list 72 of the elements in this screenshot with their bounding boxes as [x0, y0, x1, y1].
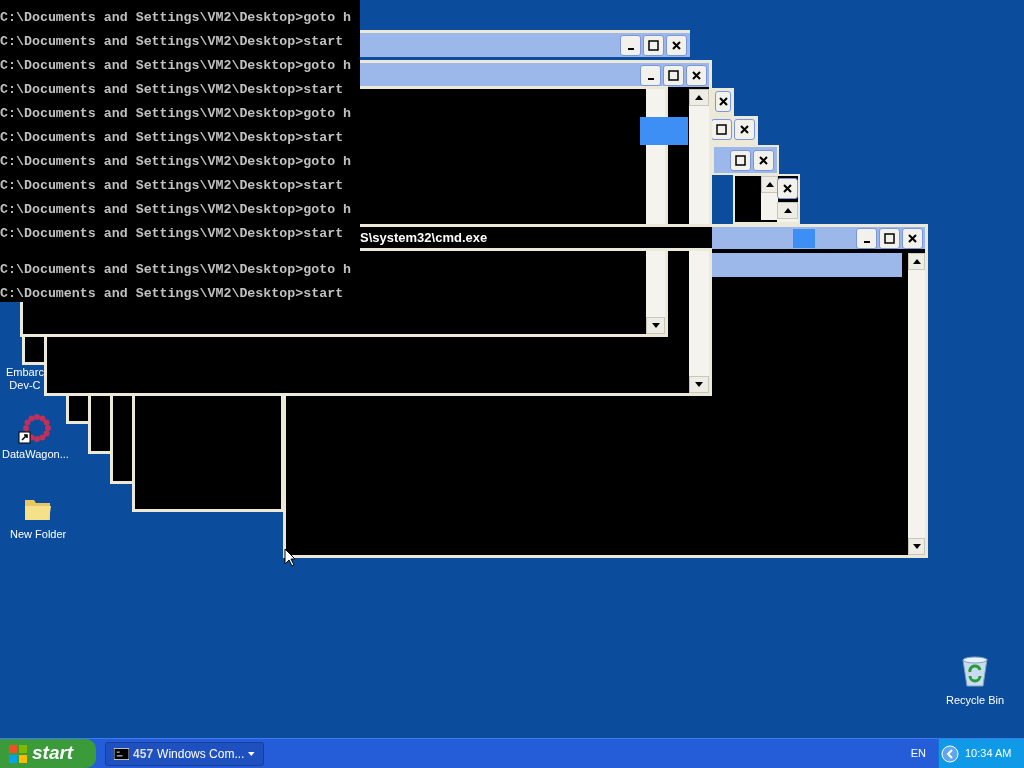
scroll-up-button[interactable] — [908, 253, 925, 270]
console-line: C:\Documents and Settings\VM2\Desktop>start — [0, 81, 344, 99]
close-icon — [691, 69, 702, 81]
maximize-button[interactable] — [663, 64, 684, 86]
close-icon — [671, 39, 682, 51]
icon-label: DataWagon... — [2, 448, 69, 461]
up-arrow-icon — [695, 95, 703, 100]
console-icon — [114, 747, 130, 760]
console-line: C:\Documents and Settings\VM2\Desktop>goto h — [0, 153, 352, 171]
maximize-button[interactable] — [879, 227, 900, 249]
minimize-button[interactable] — [856, 227, 877, 249]
close-button[interactable] — [777, 178, 798, 199]
maximize-button[interactable] — [711, 119, 732, 140]
console-line: C:\Documents and Settings\VM2\Desktop>start — [0, 225, 344, 243]
clock[interactable]: 10:34 AM — [965, 745, 1012, 762]
console-line: C:\Documents and Settings\VM2\Desktop>start — [0, 129, 344, 147]
recycle-bin-icon[interactable] — [960, 656, 991, 688]
close-button[interactable] — [715, 91, 731, 112]
up-arrow-icon — [783, 208, 792, 213]
console-line: C:\Documents and Settings\VM2\Desktop>start — [0, 285, 344, 303]
up-arrow-icon — [765, 182, 774, 187]
maximize-icon — [735, 155, 746, 166]
scroll-up-button[interactable] — [761, 176, 778, 193]
minimize-icon — [647, 77, 654, 80]
scroll-up-button[interactable] — [689, 89, 709, 106]
console-line: C:\Documents and Settings\VM2\Desktop>goto h — [0, 201, 352, 219]
console-line: C:\Documents and Settings\VM2\Desktop>goto h — [0, 9, 352, 27]
selection-highlight — [640, 117, 688, 145]
close-icon — [717, 96, 729, 107]
close-button[interactable] — [753, 150, 774, 171]
window-title: S\system32\cmd.exe — [360, 228, 488, 247]
close-icon — [907, 232, 918, 244]
selection-highlight — [793, 229, 815, 248]
close-icon — [739, 124, 750, 135]
maximize-button[interactable] — [643, 34, 664, 56]
icon-label: Embarc Dev-C — [6, 366, 44, 392]
minimize-icon — [863, 240, 870, 243]
minimize-icon — [627, 47, 634, 50]
chevron-left-icon[interactable] — [941, 744, 959, 763]
close-icon — [782, 183, 793, 194]
close-button[interactable] — [686, 64, 707, 86]
close-button[interactable] — [666, 34, 687, 56]
maximize-icon — [716, 124, 727, 135]
minimize-button[interactable] — [620, 34, 641, 56]
close-icon — [758, 155, 769, 166]
caret-icon — [248, 751, 255, 756]
close-button[interactable] — [734, 119, 755, 140]
start-button[interactable]: start — [0, 739, 96, 768]
taskbar-group-button[interactable]: 457 Windows Com... — [105, 741, 264, 766]
console-line: C:\Documents and Settings\VM2\Desktop>goto h — [0, 105, 352, 123]
maximize-icon — [648, 39, 659, 51]
close-button[interactable] — [902, 227, 923, 249]
up-arrow-icon — [912, 259, 921, 264]
maximize-button[interactable] — [730, 150, 751, 171]
maximize-icon — [884, 232, 895, 244]
console-line: C:\Documents and Settings\VM2\Desktop>goto h — [0, 261, 352, 279]
maximize-icon — [668, 69, 679, 81]
down-arrow-icon — [695, 382, 703, 387]
scroll-down-button[interactable] — [689, 376, 709, 393]
console-line: C:\Documents and Settings\VM2\Desktop>start — [0, 177, 344, 195]
shortcut-icon[interactable] — [18, 412, 53, 446]
down-arrow-icon — [912, 544, 921, 549]
minimize-button[interactable] — [640, 64, 661, 86]
console-line: C:\Documents and Settings\VM2\Desktop>goto h — [0, 57, 352, 75]
console-line: C:\Documents and Settings\VM2\Desktop>start — [0, 33, 344, 51]
windows-logo-icon — [8, 743, 28, 764]
icon-label: New Folder — [10, 528, 67, 541]
scroll-down-button[interactable] — [646, 317, 665, 334]
scroll-down-button[interactable] — [908, 538, 925, 555]
icon-label: Recycle Bin — [946, 694, 1005, 707]
language-indicator[interactable]: EN — [910, 745, 926, 762]
down-arrow-icon — [651, 323, 660, 328]
